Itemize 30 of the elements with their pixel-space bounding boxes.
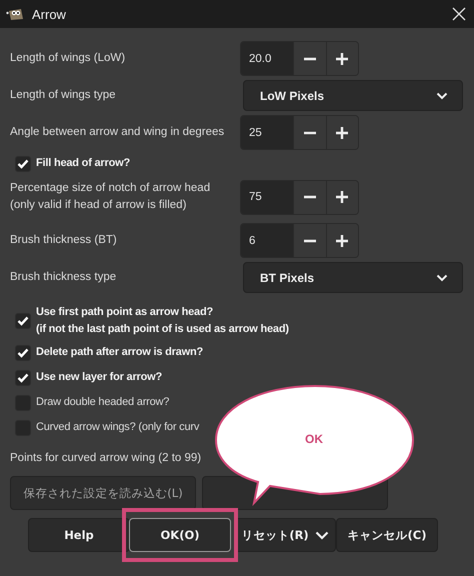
checkbox-label[interactable]: Curved arrow wings? (only for curv — [36, 419, 200, 436]
chevron-down-icon — [436, 92, 448, 100]
chevron-down-icon — [436, 274, 448, 282]
field-label: Points for curved arrow wing (2 to 99) — [10, 450, 202, 466]
field-label: Brush thickness (BT) — [10, 233, 117, 248]
checkbox-label[interactable]: Delete path after arrow is drawn? — [36, 344, 203, 361]
mascot-icon — [6, 7, 24, 21]
dropdown[interactable]: BT Pixels — [243, 262, 463, 293]
window-title: Arrow — [32, 6, 67, 22]
field-label: Length of wings (LoW) — [10, 51, 126, 66]
checkbox[interactable] — [15, 156, 31, 172]
checkbox-label[interactable]: Use first path point as arrow head? (if not the last path point of is used as arrow head) — [36, 304, 289, 338]
checkbox[interactable] — [15, 370, 31, 386]
load-settings-button[interactable]: 保存された設定を読み込む(L) — [10, 476, 196, 510]
checkbox[interactable] — [15, 313, 31, 329]
dropdown[interactable]: LoW Pixels — [243, 80, 463, 111]
field-label: Angle between arrow and wing in degrees — [10, 125, 224, 140]
close-icon[interactable] — [452, 7, 466, 21]
checkbox-label[interactable]: Use new layer for arrow? — [36, 369, 162, 386]
dialog-button[interactable]: OK(O) — [129, 518, 231, 552]
checkbox[interactable] — [15, 344, 31, 360]
dialog-button[interactable]: キャンセル(C) — [336, 518, 438, 552]
checkbox-label[interactable]: Fill head of arrow? — [36, 155, 130, 172]
field-label: Percentage size of notch of arrow head (only valid if head of arrow is filled) — [10, 181, 210, 213]
dialog-button[interactable]: Help — [28, 518, 130, 552]
field-label: Brush thickness type — [10, 270, 116, 285]
field-label: Length of wings type — [10, 88, 116, 103]
checkbox-label[interactable]: Draw double headed arrow? — [36, 394, 170, 411]
chevron-down-icon — [314, 530, 329, 540]
callout-text: OK — [305, 432, 323, 446]
